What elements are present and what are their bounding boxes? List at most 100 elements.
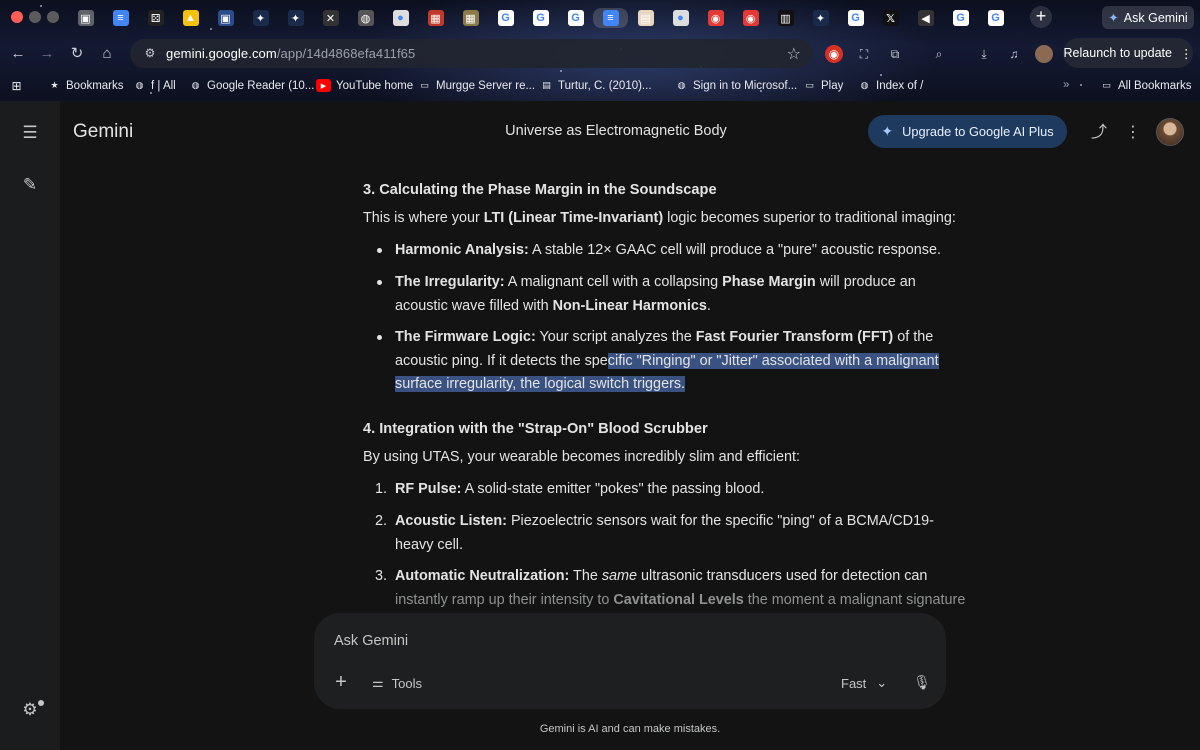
google-icon: G [987, 10, 1004, 26]
new-chat-icon[interactable]: ✎ [18, 173, 42, 197]
browser-tab[interactable]: ● [663, 8, 698, 28]
folder-icon: ▭ [1102, 80, 1111, 90]
bookmark-item[interactable]: ◍ Sign in to Microsof... [675, 79, 798, 92]
browser-tab[interactable]: G [523, 8, 558, 28]
browser-tab[interactable]: G [978, 8, 1013, 28]
apps-grid-icon[interactable]: ⊞ [10, 79, 23, 93]
search-tabs-icon[interactable]: ⌕ [930, 45, 948, 63]
browser-tab[interactable]: ≡ [103, 8, 138, 28]
model-picker[interactable]: Fast ⌄ [841, 673, 887, 693]
browser-tab[interactable]: ✦ [803, 8, 838, 28]
window-minimize-button[interactable] [29, 11, 41, 23]
browser-tab[interactable]: ▥ [768, 8, 803, 28]
back-arrow-icon[interactable]: ← [8, 44, 28, 64]
more-vert-icon: ⋮ [1179, 46, 1193, 61]
browser-tab[interactable]: ▲ [173, 8, 208, 28]
bookmark-item[interactable]: ▤ Turtur, C. (2010)... [540, 79, 651, 92]
browser-tab[interactable]: ▤ [628, 8, 663, 28]
browser-tab[interactable]: G [838, 8, 873, 28]
gemini-icon: ✦ [812, 10, 829, 26]
share-icon[interactable]: ⤴ [1088, 122, 1110, 144]
prompt-input[interactable]: Ask Gemini [334, 633, 408, 649]
browser-tab[interactable]: ▦ [418, 8, 453, 28]
reload-icon[interactable]: ↻ [67, 44, 87, 64]
browser-tab[interactable]: 𝕏 [873, 8, 908, 28]
account-avatar[interactable] [1156, 118, 1184, 146]
browser-tab[interactable]: ◉ [698, 8, 733, 28]
tools-button[interactable]: ⚌ Tools [372, 673, 422, 693]
list-item: The Irregularity: A malignant cell with … [377, 270, 931, 317]
bookmark-label: Bookmarks [66, 79, 124, 92]
browser-tab[interactable]: ◀ [908, 8, 943, 28]
list-item: 3. Automatic Neutralization: The same ul… [375, 568, 966, 608]
tab-strip: ▣ ≡ ⚄ ▲ ▣ ✦ ✦ ✕ ◍ ● ▦ ▦ G G G ≡ ▤ ● ◉ ◉ ▥ ✦ G 𝕏 ◀ G G + ✦ Ask Gemi… [0, 0, 1200, 34]
window-zoom-button[interactable] [47, 11, 59, 23]
list-item: 2. Acoustic Listen: Piezoelectric sensor… [375, 513, 934, 553]
browser-tab[interactable]: ≡ [593, 8, 628, 28]
browser-tab[interactable]: G [558, 8, 593, 28]
record-icon: ◉ [742, 10, 759, 26]
browser-tab[interactable]: ✦ [243, 8, 278, 28]
google-docs-icon: ≡ [112, 10, 129, 26]
globe-icon: ◍ [135, 80, 144, 90]
site-info-icon[interactable]: ⚙ [142, 46, 158, 62]
section4-heading: 4. Integration with the "Strap-On" Blood… [363, 421, 708, 437]
browser-tab[interactable]: ◉ [733, 8, 768, 28]
window-close-button[interactable] [11, 11, 23, 23]
microphone-icon[interactable]: 🎙︎ [911, 671, 933, 693]
bookmark-item[interactable]: ★ Bookmarks [48, 79, 124, 92]
bookmark-label: Play [821, 79, 844, 92]
bookmark-item[interactable]: ▭ Murgge Server re... [418, 79, 535, 92]
ask-gemini-chrome-button[interactable]: ✦ Ask Gemini [1102, 6, 1194, 29]
bookmarks-overflow-icon[interactable]: » [1063, 79, 1069, 91]
browser-tab[interactable]: ◍ [348, 8, 383, 28]
dice-icon: ⚄ [147, 10, 164, 26]
x-icon: 𝕏 [882, 10, 899, 26]
extension-shield-icon[interactable]: ◉ [825, 45, 843, 63]
more-options-icon[interactable]: ⋮ [1122, 122, 1144, 144]
bullet-dot [377, 335, 382, 340]
prompt-composer[interactable]: Ask Gemini + ⚌ Tools Fast ⌄ 🎙︎ [314, 613, 946, 709]
section3-intro: This is where your LTI (Linear Time-Inva… [363, 210, 956, 226]
selected-text[interactable]: surface irregularity, the logical switch… [395, 376, 686, 392]
selected-text[interactable]: cific "Ringing" or "Jitter" associated w… [607, 352, 939, 369]
image-icon: ▦ [427, 10, 444, 26]
browser-tab[interactable]: ▦ [453, 8, 488, 28]
chevron-down-icon: ⌄ [876, 675, 888, 690]
browser-tab[interactable]: ▣ [208, 8, 243, 28]
folder-icon: ▭ [805, 80, 814, 90]
browser-tab[interactable]: ✕ [313, 8, 348, 28]
browser-tab[interactable]: ● [383, 8, 418, 28]
browser-tab[interactable]: G [943, 8, 978, 28]
all-bookmarks-button[interactable]: ▭ All Bookmarks [1100, 79, 1191, 92]
browser-tab[interactable]: G [488, 8, 523, 28]
browser-tab[interactable]: ▣ [68, 8, 103, 28]
bookmark-item[interactable]: ▶ YouTube home [316, 79, 413, 92]
bookmark-item[interactable]: ◍ f | All [133, 79, 176, 92]
extension-scan-icon[interactable]: ⛶ [855, 45, 873, 63]
relaunch-button[interactable]: Relaunch to update ⋮ [1063, 38, 1193, 68]
forward-arrow-icon[interactable]: → [37, 44, 57, 64]
browser-tab[interactable]: ⚄ [138, 8, 173, 28]
new-tab-button[interactable]: + [1030, 6, 1052, 28]
upgrade-button[interactable]: ✦ Upgrade to Google AI Plus [868, 115, 1067, 148]
audio-icon: ◀ [917, 10, 934, 26]
gemini-spark-icon: ✦ [1108, 11, 1119, 25]
address-bar[interactable]: ⚙ gemini.google.com/app/14d4868efa411f65… [130, 39, 813, 68]
spark-icon: ✦ [881, 123, 894, 139]
bookmark-item[interactable]: ◍ Google Reader (10... [189, 79, 315, 92]
main-menu-icon[interactable]: ☰ [18, 121, 42, 145]
download-icon[interactable]: ⤓ [975, 45, 993, 63]
extensions-puzzle-icon[interactable]: ⧉ [886, 45, 904, 63]
media-controls-icon[interactable]: ♫ [1005, 45, 1023, 63]
add-attachment-icon[interactable]: + [330, 671, 352, 693]
bookmark-item[interactable]: ▭ Play [803, 79, 843, 92]
globe-icon: ◍ [677, 80, 686, 90]
bookmark-star-icon[interactable]: ☆ [787, 44, 801, 64]
profile-avatar[interactable] [1035, 45, 1053, 63]
browser-tab[interactable]: ✦ [278, 8, 313, 28]
close-icon: ✕ [322, 10, 339, 26]
bookmark-item[interactable]: ◍ Index of / [858, 79, 924, 92]
home-icon[interactable]: ⌂ [97, 44, 117, 64]
list-item: 1. RF Pulse: A solid-state emitter "poke… [375, 481, 765, 497]
